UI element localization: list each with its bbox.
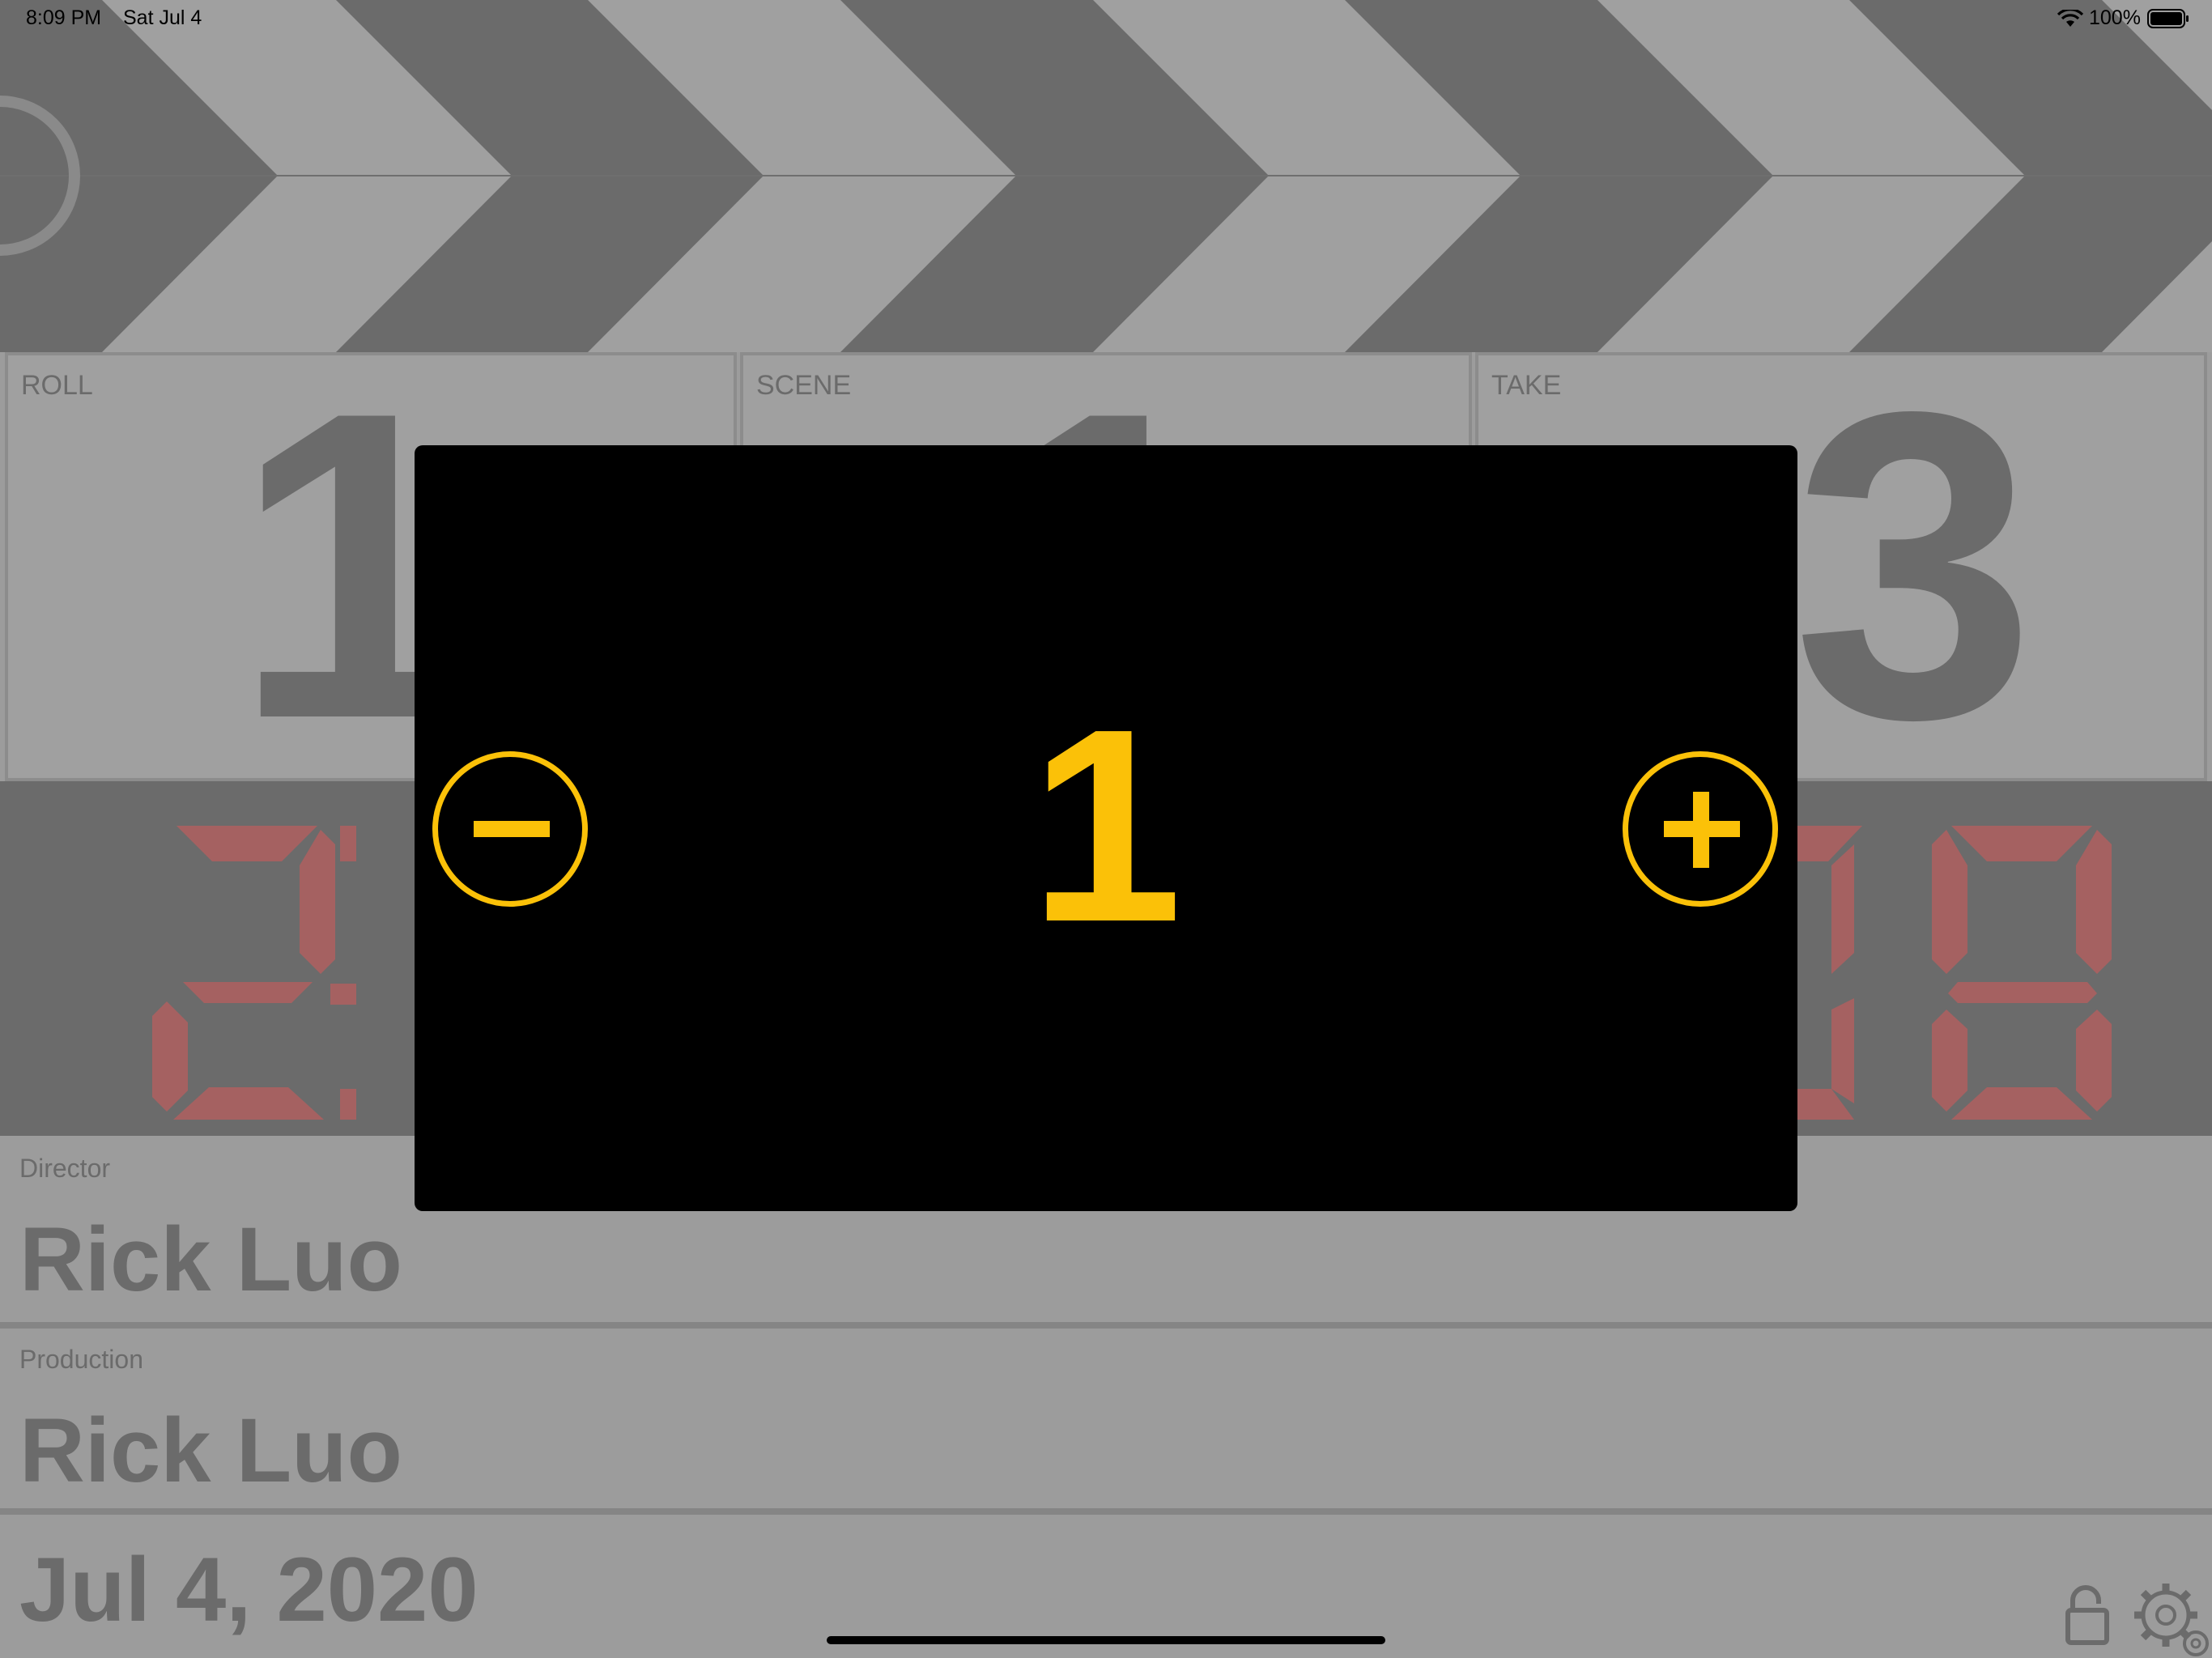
production-field[interactable]: Production Rick Luo xyxy=(0,1329,2212,1508)
segment xyxy=(1831,998,1854,1103)
divider xyxy=(0,1508,2212,1515)
segment xyxy=(1951,1087,2092,1120)
segment xyxy=(1831,844,1854,974)
segment xyxy=(173,1087,324,1120)
unlock-icon[interactable] xyxy=(2065,1583,2116,1646)
stepper-modal: 1 xyxy=(415,445,1797,1211)
increment-button[interactable] xyxy=(1623,751,1778,907)
take-label: TAKE xyxy=(1491,370,1562,401)
segment xyxy=(1948,982,2097,1003)
segment xyxy=(340,826,356,861)
plus-circle-icon xyxy=(1664,792,1740,868)
status-bar: 8:09 PM Sat Jul 4 100% xyxy=(0,0,2212,36)
production-label: Production xyxy=(19,1345,143,1374)
segment xyxy=(2076,1010,2112,1112)
battery-percent: 100% xyxy=(2089,6,2141,29)
status-date: Sat Jul 4 xyxy=(123,6,202,29)
segment xyxy=(300,830,335,974)
gear-icon[interactable] xyxy=(2129,1579,2212,1658)
battery-icon xyxy=(2147,9,2189,28)
segment xyxy=(2076,830,2112,974)
segment xyxy=(152,1001,188,1112)
status-time: 8:09 PM xyxy=(26,6,102,29)
director-label: Director xyxy=(19,1154,111,1183)
home-indicator[interactable] xyxy=(827,1636,1385,1644)
wifi-icon xyxy=(2057,10,2083,27)
segment xyxy=(177,826,317,861)
stepper-value: 1 xyxy=(1029,672,1183,980)
segment xyxy=(1932,1010,1967,1112)
production-value: Rick Luo xyxy=(19,1400,402,1501)
divider xyxy=(0,1322,2212,1329)
date-value: Jul 4, 2020 xyxy=(19,1539,479,1640)
clapper-stick[interactable] xyxy=(0,0,2212,352)
segment xyxy=(340,1089,356,1120)
segment xyxy=(1951,826,2092,861)
segment xyxy=(183,982,313,1003)
segment xyxy=(1932,830,1967,974)
director-value: Rick Luo xyxy=(19,1209,402,1310)
segment xyxy=(330,984,356,1005)
